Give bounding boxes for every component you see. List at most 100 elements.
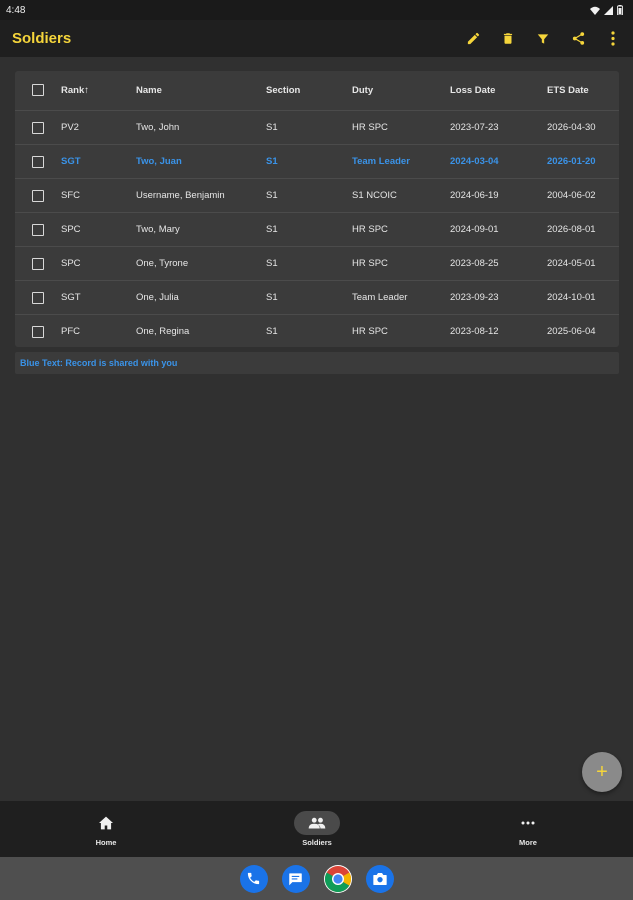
dock-chrome-app[interactable] — [323, 864, 352, 893]
status-time: 4:48 — [6, 4, 26, 16]
sort-arrow-icon: ↑ — [84, 84, 89, 96]
column-header-loss-date[interactable]: Loss Date — [450, 85, 495, 96]
cell-duty: HR SPC — [352, 326, 388, 337]
home-icon — [99, 816, 113, 830]
share-button[interactable] — [570, 31, 586, 47]
cell-name: One, Tyrone — [136, 258, 189, 269]
filter-button[interactable] — [535, 31, 551, 47]
delete-icon — [503, 33, 513, 44]
cell-loss-date: 2023-07-23 — [450, 122, 499, 133]
table-row[interactable]: PV2 Two, John S1 HR SPC 2023-07-23 2026-… — [15, 110, 619, 144]
column-header-duty[interactable]: Duty — [352, 85, 373, 96]
cell-rank: PFC — [61, 326, 80, 337]
cell-section: S1 — [266, 258, 278, 269]
row-checkbox[interactable] — [32, 291, 44, 304]
select-all-checkbox[interactable] — [32, 84, 44, 96]
column-header-section[interactable]: Section — [266, 85, 300, 96]
nav-label-home: Home — [95, 838, 117, 847]
cell-section: S1 — [266, 292, 278, 303]
plus-icon: + — [596, 760, 608, 783]
column-header-name[interactable]: Name — [136, 85, 162, 96]
row-checkbox[interactable] — [32, 257, 44, 270]
cell-section: S1 — [266, 122, 278, 133]
cell-ets-date: 2024-10-01 — [547, 292, 596, 303]
table-row[interactable]: PFC One, Regina S1 HR SPC 2023-08-12 202… — [15, 314, 619, 348]
cell-name: Two, John — [136, 122, 180, 133]
edit-icon — [467, 32, 479, 45]
cell-duty: S1 NCOIC — [352, 190, 397, 201]
nav-label-more: More — [519, 838, 537, 847]
nav-label-soldiers: Soldiers — [302, 838, 332, 847]
nav-icon-container — [505, 811, 551, 835]
wifi-icon — [590, 6, 600, 15]
phone-icon — [247, 872, 260, 885]
cell-duty: HR SPC — [352, 258, 388, 269]
table-row[interactable]: SFC Username, Benjamin S1 S1 NCOIC 2024-… — [15, 178, 619, 212]
cell-section: S1 — [266, 190, 278, 201]
more-horiz-icon — [521, 821, 535, 825]
cell-ets-date: 2026-08-01 — [547, 224, 596, 235]
legend-text: Blue Text: Record is shared with you — [20, 358, 178, 368]
table-row[interactable]: SPC Two, Mary S1 HR SPC 2024-09-01 2026-… — [15, 212, 619, 246]
cell-name: One, Regina — [136, 326, 190, 337]
nav-item-home[interactable]: Home — [46, 801, 166, 857]
people-icon — [308, 817, 326, 829]
cell-loss-date: 2023-08-25 — [450, 258, 499, 269]
cell-section: S1 — [266, 156, 278, 167]
overflow-menu-button[interactable] — [605, 31, 621, 47]
filter-icon — [537, 33, 549, 44]
cell-section: S1 — [266, 326, 278, 337]
app-bar: Soldiers — [0, 20, 633, 57]
cell-loss-date: 2024-09-01 — [450, 224, 499, 235]
messages-icon — [289, 872, 302, 885]
delete-button[interactable] — [500, 31, 516, 47]
row-checkbox[interactable] — [32, 121, 44, 134]
chrome-icon — [324, 865, 351, 892]
shared-legend: Blue Text: Record is shared with you — [15, 352, 619, 374]
page-title: Soldiers — [12, 30, 72, 47]
row-checkbox[interactable] — [32, 325, 44, 338]
nav-item-soldiers[interactable]: Soldiers — [257, 801, 377, 857]
table-row[interactable]: SGT Two, Juan S1 Team Leader 2024-03-04 … — [15, 144, 619, 178]
cell-duty: HR SPC — [352, 224, 388, 235]
dock-camera-app[interactable] — [365, 864, 394, 893]
table-row[interactable]: SPC One, Tyrone S1 HR SPC 2023-08-25 202… — [15, 246, 619, 280]
column-header-ets-date[interactable]: ETS Date — [547, 85, 589, 96]
cell-name: Username, Benjamin — [136, 190, 225, 201]
share-icon — [572, 32, 584, 45]
more-vert-icon — [611, 31, 615, 46]
cell-name: Two, Mary — [136, 224, 180, 235]
row-checkbox[interactable] — [32, 223, 44, 236]
cell-rank: SFC — [61, 190, 80, 201]
camera-icon — [372, 872, 387, 885]
cell-loss-date: 2024-03-04 — [450, 156, 499, 167]
row-checkbox[interactable] — [32, 189, 44, 202]
nav-icon-container — [294, 811, 340, 835]
battery-icon — [617, 5, 623, 15]
cell-name: One, Julia — [136, 292, 179, 303]
cell-duty: Team Leader — [352, 156, 410, 167]
status-bar: 4:48 — [0, 0, 633, 20]
cell-rank: PV2 — [61, 122, 79, 133]
cell-loss-date: 2023-09-23 — [450, 292, 499, 303]
dock-messages-app[interactable] — [281, 864, 310, 893]
cell-name: Two, Juan — [136, 156, 182, 167]
cell-loss-date: 2024-06-19 — [450, 190, 499, 201]
table-row[interactable]: SGT One, Julia S1 Team Leader 2023-09-23… — [15, 280, 619, 314]
toolbar-actions — [465, 31, 621, 47]
soldiers-table: Rank↑ Name Section Duty Loss Date ETS Da… — [15, 71, 619, 347]
cell-duty: Team Leader — [352, 292, 408, 303]
cell-rank: SPC — [61, 258, 81, 269]
row-checkbox[interactable] — [32, 155, 44, 168]
cell-ets-date: 2024-05-01 — [547, 258, 596, 269]
cell-ets-date: 2004-06-02 — [547, 190, 596, 201]
edit-button[interactable] — [465, 31, 481, 47]
cell-rank: SPC — [61, 224, 81, 235]
dock-phone-app[interactable] — [239, 864, 268, 893]
column-header-rank[interactable]: Rank↑ — [61, 85, 89, 96]
cell-ets-date: 2025-06-04 — [547, 326, 596, 337]
nav-item-more[interactable]: More — [468, 801, 588, 857]
cell-ets-date: 2026-04-30 — [547, 122, 596, 133]
add-soldier-button[interactable]: + — [582, 752, 622, 792]
signal-icon — [604, 5, 613, 15]
